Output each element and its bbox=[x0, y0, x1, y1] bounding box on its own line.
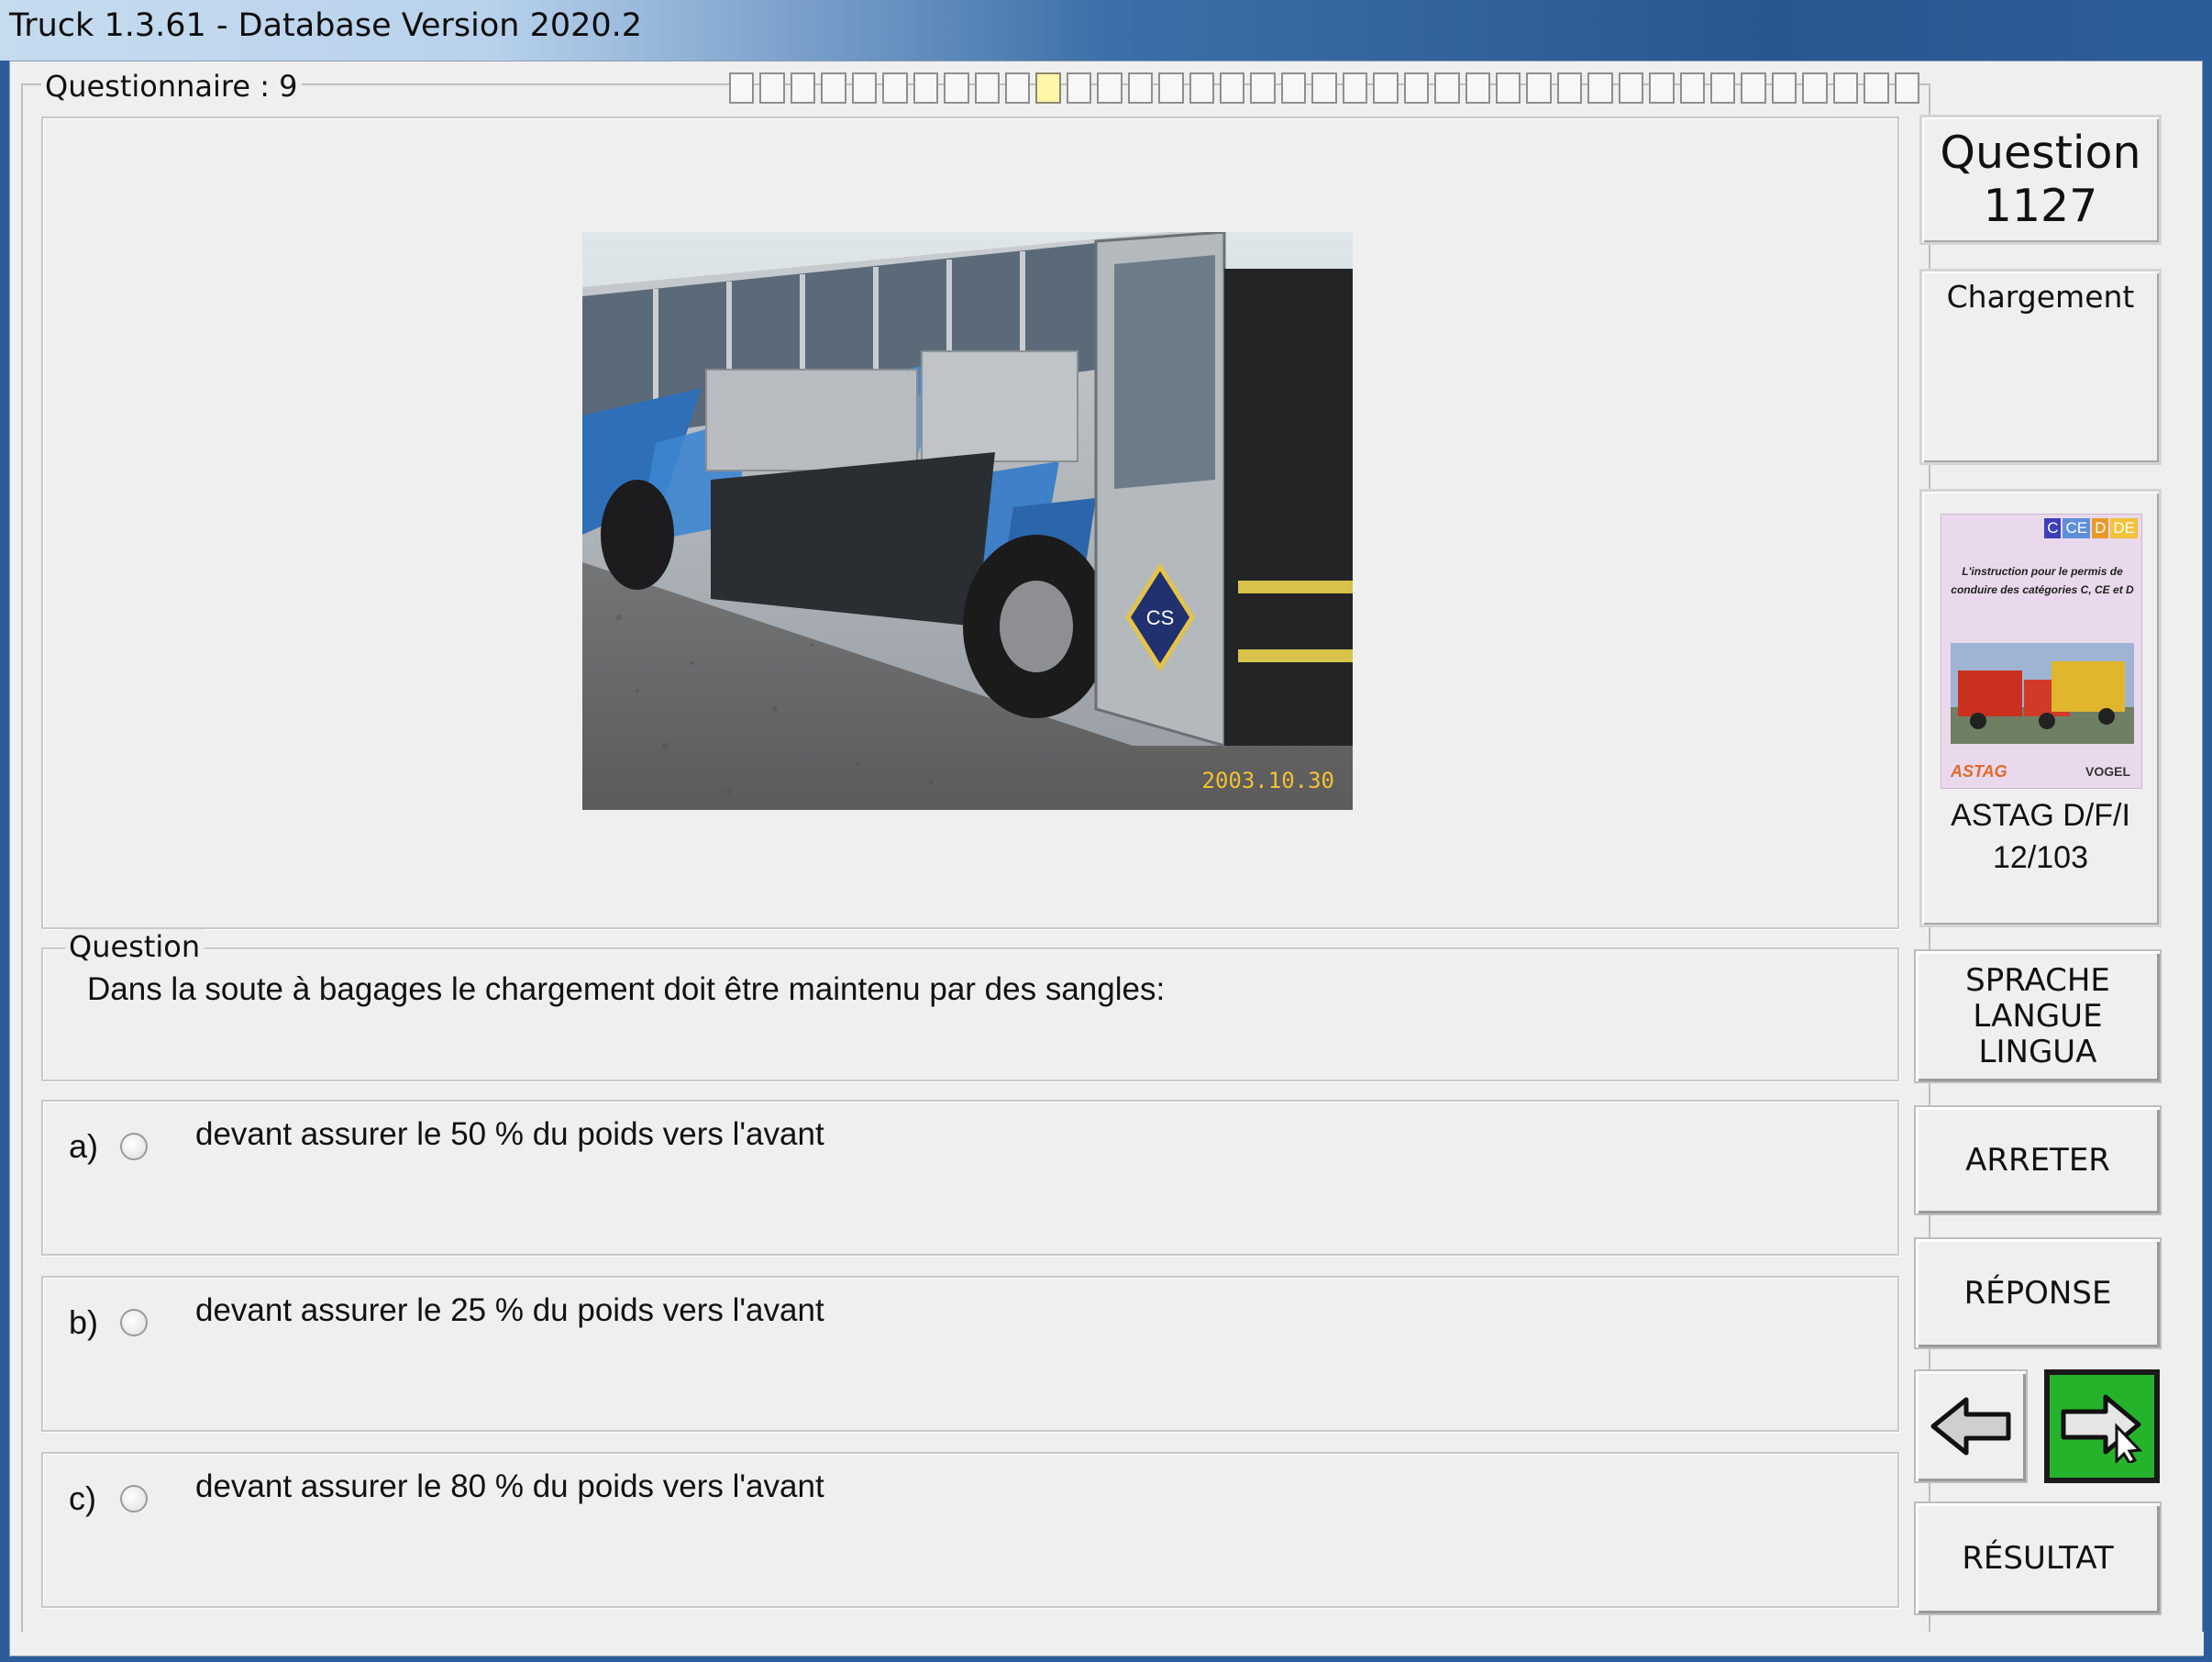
book-cover-text: L'instruction pour le permis de conduire… bbox=[1951, 565, 2134, 596]
progress-segment bbox=[1004, 72, 1031, 104]
previous-button[interactable] bbox=[1914, 1369, 2028, 1483]
question-progress-bar bbox=[729, 72, 1920, 104]
progress-segment bbox=[1465, 72, 1490, 104]
progress-segment bbox=[1894, 72, 1920, 104]
progress-segment bbox=[882, 72, 908, 104]
progress-segment bbox=[851, 72, 878, 104]
progress-segment bbox=[1342, 72, 1368, 104]
progress-segment-current bbox=[1035, 72, 1061, 104]
progress-segment bbox=[1403, 72, 1430, 104]
progress-segment bbox=[821, 72, 846, 104]
progress-segment bbox=[1127, 72, 1154, 104]
progress-segment bbox=[1556, 72, 1583, 104]
answer-letter-c: c) bbox=[69, 1479, 96, 1517]
book-cover: C CE D DE L'instruction pour le permis d… bbox=[1941, 514, 2142, 789]
progress-segment bbox=[1864, 72, 1889, 104]
answer-radio-c[interactable] bbox=[120, 1485, 148, 1512]
question-number-box: Question 1127 bbox=[1919, 115, 2162, 245]
progress-segment bbox=[1189, 72, 1214, 104]
arrow-left-icon bbox=[1930, 1397, 2011, 1456]
app-window: Questionnaire : 9 CS 2003.10.30 Question… bbox=[9, 61, 2204, 1656]
progress-segment bbox=[974, 72, 1000, 104]
progress-segment bbox=[1679, 72, 1705, 104]
progress-segment bbox=[1802, 72, 1828, 104]
progress-segment bbox=[1832, 72, 1859, 104]
question-photo: CS 2003.10.30 bbox=[582, 232, 1353, 810]
progress-segment bbox=[1373, 72, 1399, 104]
progress-segment bbox=[729, 72, 755, 104]
progress-segment bbox=[1158, 72, 1184, 104]
progress-segment bbox=[1097, 72, 1123, 104]
progress-segment bbox=[1526, 72, 1552, 104]
answer-radio-b[interactable] bbox=[120, 1309, 148, 1336]
answer-text-b[interactable]: devant assurer le 25 % du poids vers l'a… bbox=[195, 1292, 824, 1329]
answer-letter-a: a) bbox=[69, 1127, 99, 1165]
questionnaire-label: Questionnaire : 9 bbox=[41, 69, 302, 104]
book-tag-de: DE bbox=[2110, 518, 2138, 538]
progress-segment bbox=[1220, 72, 1245, 104]
book-source: ASTAG D/F/I bbox=[1951, 798, 2130, 833]
result-button[interactable]: RÉSULTAT bbox=[1914, 1501, 2162, 1615]
progress-segment bbox=[1741, 72, 1766, 104]
next-button[interactable] bbox=[2044, 1369, 2160, 1483]
answer-button[interactable]: RÉPONSE bbox=[1914, 1237, 2162, 1349]
progress-segment bbox=[1618, 72, 1644, 104]
category-box: Chargement bbox=[1919, 269, 2162, 465]
bus-photo: CS 2003.10.30 bbox=[582, 232, 1353, 810]
window-titlebar: Truck 1.3.61 - Database Version 2020.2 bbox=[0, 0, 2212, 61]
question-number: 1127 bbox=[1983, 180, 2098, 232]
progress-segment bbox=[912, 72, 939, 104]
book-tag-ce: CE bbox=[2063, 518, 2091, 538]
progress-segment bbox=[1280, 72, 1307, 104]
window-title: Truck 1.3.61 - Database Version 2020.2 bbox=[9, 7, 643, 44]
book-cover-right-logo: VOGEL bbox=[2085, 764, 2130, 779]
book-cover-left-logo: ASTAG bbox=[1951, 762, 2007, 781]
progress-segment bbox=[1311, 72, 1337, 104]
language-button[interactable]: SPRACHE LANGUE LINGUA bbox=[1914, 949, 2162, 1083]
book-cover-photo bbox=[1951, 643, 2134, 744]
progress-segment bbox=[1495, 72, 1521, 104]
arrow-right-icon bbox=[2061, 1394, 2143, 1463]
book-reference: 12/103 bbox=[1993, 840, 2088, 875]
answer-letter-b: b) bbox=[69, 1303, 99, 1341]
progress-segment bbox=[759, 72, 785, 104]
reference-book-box: C CE D DE L'instruction pour le permis d… bbox=[1919, 489, 2162, 927]
next-button-face[interactable] bbox=[2050, 1375, 2154, 1478]
category-label: Chargement bbox=[1946, 279, 2135, 315]
progress-segment bbox=[944, 72, 969, 104]
question-box bbox=[41, 947, 1899, 1081]
book-cover-tags: C CE D DE bbox=[2044, 518, 2138, 538]
progress-segment bbox=[1250, 72, 1276, 104]
question-text: Dans la soute à bagages le chargement do… bbox=[87, 971, 1166, 1007]
window-bottom-edge bbox=[10, 1632, 2204, 1656]
question-group-label: Question bbox=[65, 929, 205, 964]
progress-segment bbox=[1587, 72, 1613, 104]
book-tag-d: D bbox=[2092, 518, 2109, 538]
question-number-label: Question bbox=[1940, 127, 2141, 179]
answer-text-c[interactable]: devant assurer le 80 % du poids vers l'a… bbox=[195, 1468, 824, 1505]
trucks-illustration bbox=[1951, 661, 2134, 744]
answer-radio-a[interactable] bbox=[120, 1133, 148, 1160]
answer-text-a[interactable]: devant assurer le 50 % du poids vers l'a… bbox=[195, 1116, 824, 1153]
book-tag-c: C bbox=[2044, 518, 2062, 538]
progress-segment bbox=[790, 72, 816, 104]
progress-segment bbox=[1710, 72, 1736, 104]
bus-badge-text: CS bbox=[1146, 606, 1175, 629]
stop-button[interactable]: ARRETER bbox=[1914, 1105, 2162, 1215]
progress-segment bbox=[1066, 72, 1092, 104]
photo-timestamp: 2003.10.30 bbox=[1202, 768, 1335, 793]
progress-segment bbox=[1649, 72, 1675, 104]
progress-segment bbox=[1771, 72, 1797, 104]
progress-segment bbox=[1434, 72, 1460, 104]
